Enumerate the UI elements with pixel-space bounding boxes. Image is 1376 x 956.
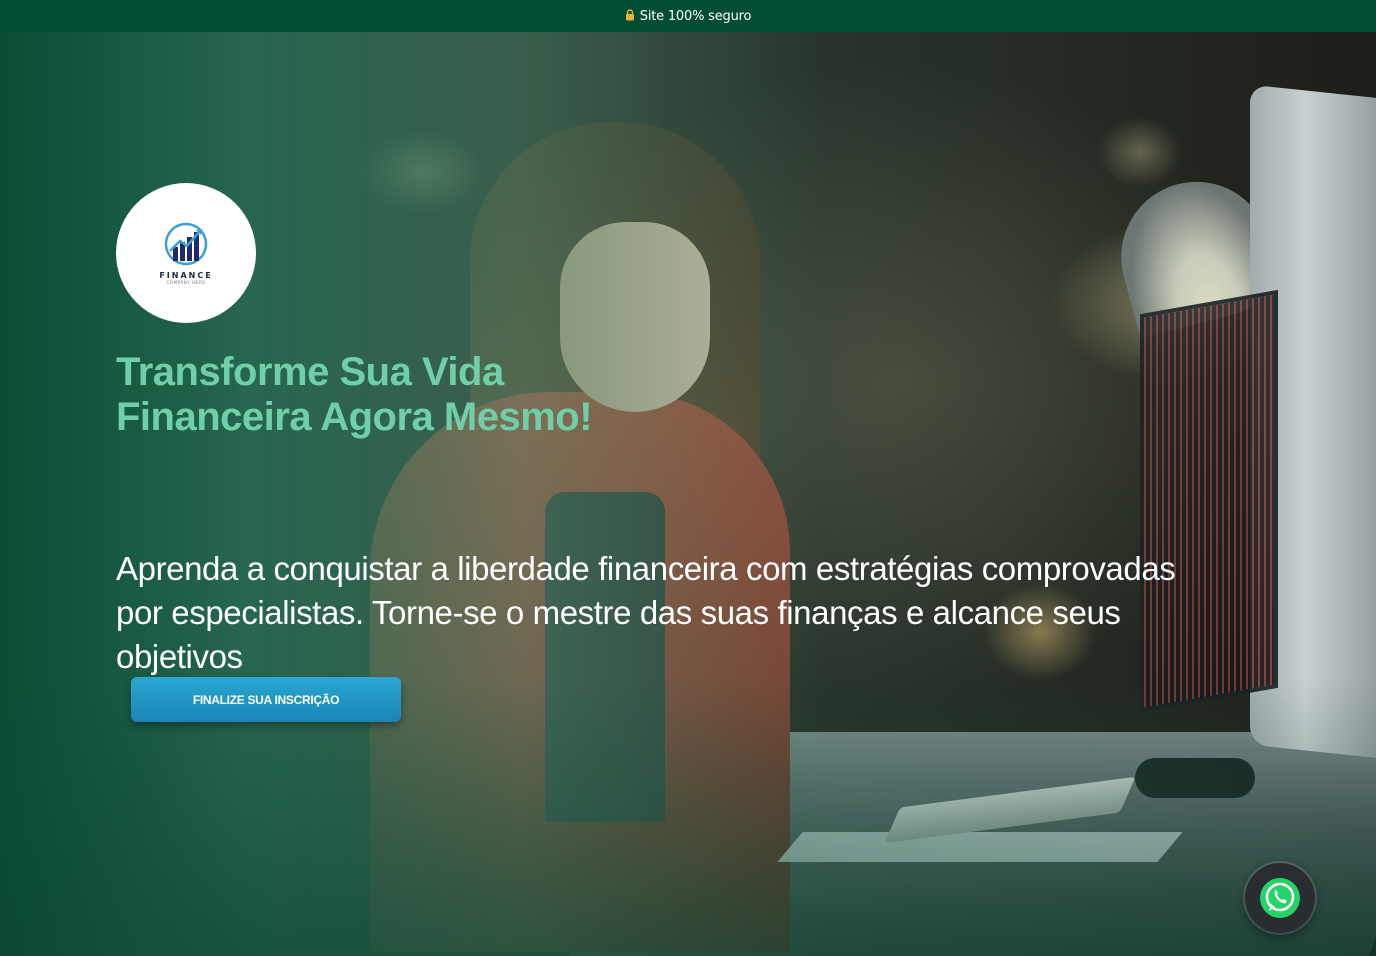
logo-tagline-text: COMPANY HERE	[166, 280, 206, 285]
hero-subheadline: Aprenda a conquistar a liberdade finance…	[116, 550, 1176, 675]
hero-headline: Transforme Sua Vida Financeira Agora Mes…	[116, 350, 593, 439]
whatsapp-button[interactable]	[1245, 863, 1315, 933]
security-banner: Site 100% seguro	[0, 0, 1376, 32]
logo-brand-text: FINANCE	[159, 271, 213, 280]
chart-logo-icon	[164, 222, 208, 266]
lock-icon	[625, 9, 635, 25]
company-logo: FINANCE COMPANY HERE	[116, 183, 256, 323]
security-text: Site 100% seguro	[639, 8, 752, 24]
hero-section: FINANCE COMPANY HERE Transforme Sua Vida…	[0, 32, 1376, 956]
bottom-gradient-overlay	[0, 32, 1376, 956]
finalize-registration-button[interactable]: FINALIZE SUA INSCRIÇÃO	[131, 677, 401, 722]
whatsapp-icon	[1260, 878, 1300, 918]
